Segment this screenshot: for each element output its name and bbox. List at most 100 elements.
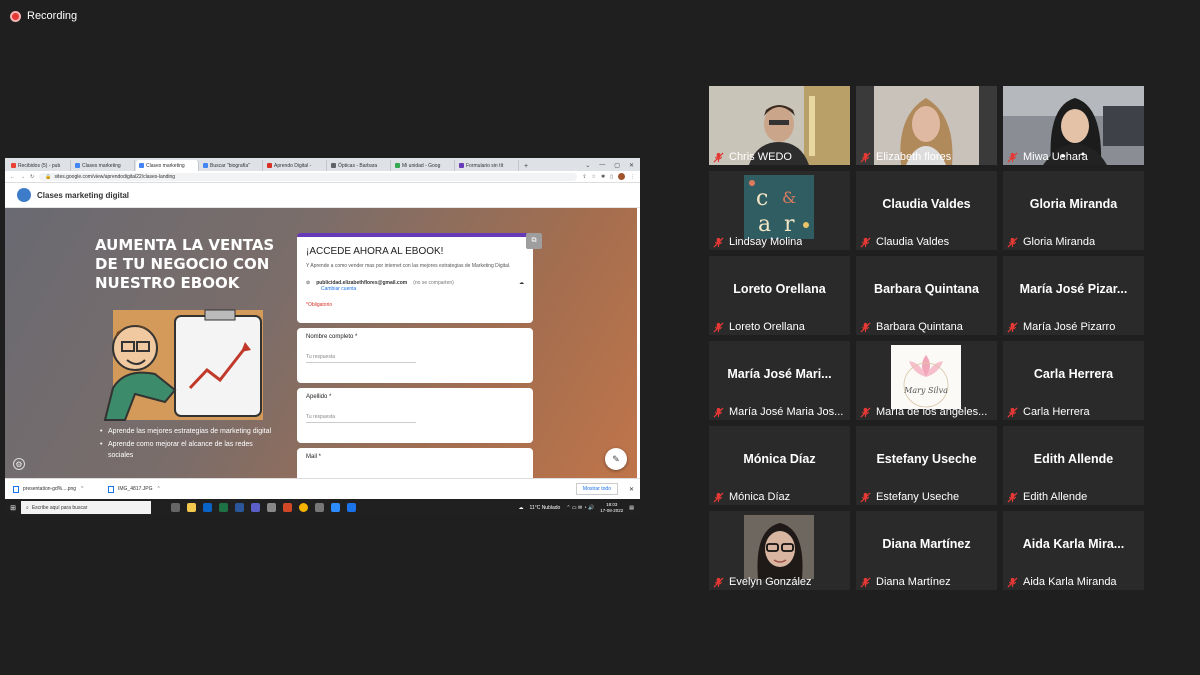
file-explorer-icon[interactable] — [187, 503, 196, 512]
back-icon[interactable]: ← — [10, 174, 15, 180]
question-label: Mail * — [306, 454, 322, 460]
shared-screen: Recibidos (5) - pub Clases marketing Cla… — [5, 158, 640, 516]
question-card: Nombre completo * Tu respuesta — [297, 328, 533, 383]
site-logo[interactable] — [17, 188, 31, 202]
participant-tile[interactable]: Carla Herrera Carla Herrera — [1003, 341, 1144, 420]
mic-off-icon — [1007, 321, 1018, 333]
last-name-input[interactable]: Tu respuesta — [306, 414, 416, 423]
app-icon[interactable] — [267, 503, 276, 512]
question-label: Apellido * — [306, 394, 332, 400]
participant-tile[interactable]: Estefany Useche Estefany Useche — [856, 426, 997, 505]
participant-tile[interactable]: Miwa Uehara — [1003, 86, 1144, 165]
participant-tile[interactable]: Elizabeth flores — [856, 86, 997, 165]
tray-icons[interactable]: ⌃ ▭ ✉ ◔ 🔊 — [566, 505, 594, 511]
participant-name-label: María José Pizarro — [1007, 321, 1115, 333]
mic-off-icon — [1007, 406, 1018, 418]
participant-tile[interactable]: Chris WEDO — [709, 86, 850, 165]
participant-avatar-photo — [744, 515, 814, 579]
participant-tile[interactable]: c & a r Lindsay Molina — [709, 171, 850, 250]
browser-tab[interactable]: Buscar "biografía" — [200, 160, 263, 171]
site-title[interactable]: Clases marketing digital — [37, 191, 129, 200]
edit-button[interactable]: ✎ — [605, 448, 627, 470]
task-view-icon[interactable] — [171, 503, 180, 512]
participant-tile[interactable]: Edith Allende Edith Allende — [1003, 426, 1144, 505]
participant-name: Elizabeth flores — [876, 151, 952, 163]
full-name-input[interactable]: Tu respuesta — [306, 354, 416, 363]
browser-tab[interactable]: Recibidos (5) - pub — [8, 160, 71, 171]
gmail-icon — [11, 163, 16, 168]
landing-content: AUMENTA LA VENTAS DE TU NEGOCIO CON NUES… — [5, 208, 637, 478]
sidebar-icon[interactable]: ▯ — [610, 174, 613, 180]
teams-icon[interactable] — [251, 503, 260, 512]
participant-tile[interactable]: Claudia Valdes Claudia Valdes — [856, 171, 997, 250]
avatar[interactable] — [618, 173, 625, 180]
change-account-link[interactable]: Cambiar cuenta — [321, 286, 524, 292]
app-icon[interactable] — [347, 503, 356, 512]
reload-icon[interactable]: ↻ — [30, 174, 34, 180]
participant-name-label: Barbara Quintana — [860, 321, 963, 333]
browser-tab[interactable]: Clases marketing — [72, 160, 135, 171]
clock[interactable]: 18:03 17-08-2022 — [600, 502, 623, 514]
outlook-icon[interactable] — [203, 503, 212, 512]
participant-tile[interactable]: Barbara Quintana Barbara Quintana — [856, 256, 997, 335]
participant-name: Miwa Uehara — [1023, 151, 1088, 163]
powerpoint-icon[interactable] — [283, 503, 292, 512]
app-icon[interactable] — [315, 503, 324, 512]
participant-name: Estefany Useche — [876, 491, 960, 503]
browser-tab[interactable]: Mi unidad - Goog — [392, 160, 455, 171]
hero-title: AUMENTA LA VENTAS DE TU NEGOCIO CON NUES… — [95, 236, 275, 292]
forward-icon[interactable]: → — [20, 174, 25, 180]
participant-tile[interactable]: Evelyn González — [709, 511, 850, 590]
maximize-icon[interactable]: ▢ — [614, 162, 620, 169]
browser-tab[interactable]: Aprendo Digital - — [264, 160, 327, 171]
windows-taskbar: ⊞ ⌕ Escribe aquí para buscar ☁ 11°C Nubl… — [5, 499, 640, 516]
menu-icon[interactable]: ⋮ — [630, 174, 635, 180]
browser-tab[interactable]: Formulario sin tít — [456, 160, 519, 171]
zoom-icon[interactable] — [331, 503, 340, 512]
participant-tile[interactable]: Mary Silva María de los angeles... — [856, 341, 997, 420]
participant-display-name: Estefany Useche — [876, 452, 977, 466]
file-icon — [13, 485, 19, 493]
participant-tile[interactable]: Loreto Orellana Loreto Orellana — [709, 256, 850, 335]
share-icon[interactable]: ⇪ — [582, 174, 586, 180]
close-icon[interactable]: ✕ — [629, 486, 634, 493]
forms-icon — [331, 163, 336, 168]
participant-name-label: Edith Allende — [1007, 491, 1087, 503]
participant-name-label: Miwa Uehara — [1007, 151, 1088, 163]
star-icon[interactable]: ☆ — [592, 174, 596, 180]
participant-display-name: Diana Martínez — [882, 537, 971, 551]
excel-icon[interactable] — [219, 503, 228, 512]
windows-start-icon[interactable]: ⊞ — [5, 504, 21, 512]
download-item[interactable]: presentation-gd%....png ⌃ — [13, 485, 88, 493]
participant-tile[interactable]: Gloria Miranda Gloria Miranda — [1003, 171, 1144, 250]
participant-tile[interactable]: Diana Martínez Diana Martínez — [856, 511, 997, 590]
browser-tab[interactable]: Ópticas - Barbara — [328, 160, 391, 171]
participant-tile[interactable]: Aida Karla Mira... Aida Karla Miranda — [1003, 511, 1144, 590]
open-external-icon[interactable]: ⧉ — [526, 233, 542, 249]
chevron-up-icon[interactable]: ⌃ — [156, 486, 160, 492]
word-icon[interactable] — [235, 503, 244, 512]
taskbar-search-input[interactable]: ⌕ Escribe aquí para buscar — [21, 501, 151, 514]
participant-tile[interactable]: Mónica Díaz Mónica Díaz — [709, 426, 850, 505]
browser-tab-bar: Recibidos (5) - pub Clases marketing Cla… — [5, 158, 640, 171]
notifications-icon[interactable]: ▤ — [629, 505, 634, 511]
participant-tile[interactable]: María José Mari... María José Maria Jos..… — [709, 341, 850, 420]
show-all-button[interactable]: Mostrar todo — [575, 483, 618, 495]
url-field[interactable]: 🔒 sites.google.com/view/aprendodigital22/… — [39, 172, 578, 181]
weather-text[interactable]: 11°C Nublado — [530, 505, 561, 511]
participant-tile[interactable]: María José Pizar... María José Pizarro — [1003, 256, 1144, 335]
participant-avatar-logo: Mary Silva — [891, 345, 961, 409]
close-icon[interactable]: ✕ — [629, 162, 634, 169]
chevron-up-icon[interactable]: ⌃ — [80, 486, 84, 492]
browser-tab-active[interactable]: Clases marketing — [136, 160, 199, 171]
settings-icon[interactable]: ⚙ — [13, 458, 25, 470]
extensions-icon[interactable]: ✱ — [601, 174, 605, 180]
download-item[interactable]: IMG_4817.JPG ⌃ — [108, 485, 183, 493]
chevron-down-icon[interactable]: ⌄ — [585, 162, 590, 169]
new-tab-icon[interactable]: + — [520, 163, 532, 171]
participant-name: Barbara Quintana — [876, 321, 963, 333]
minimize-icon[interactable]: — — [599, 162, 605, 169]
participant-name: Carla Herrera — [1023, 406, 1090, 418]
chrome-icon[interactable] — [299, 503, 308, 512]
participant-display-name: Edith Allende — [1033, 452, 1114, 466]
